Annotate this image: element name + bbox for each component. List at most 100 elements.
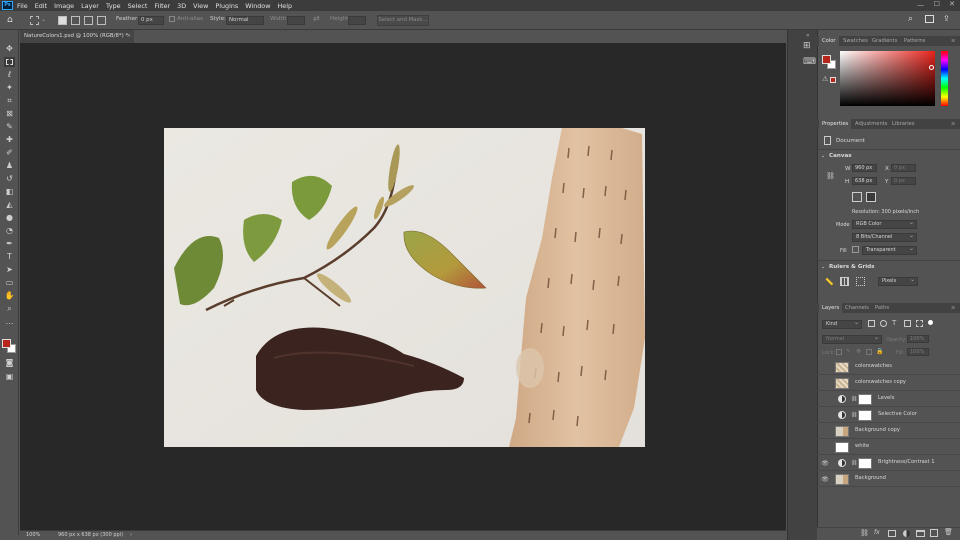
rectangle-tool-icon[interactable]: ▭	[4, 278, 15, 288]
collapse-arrows-icon[interactable]: «	[806, 32, 810, 39]
visibility-toggle[interactable]	[821, 412, 829, 419]
height-input[interactable]	[348, 16, 366, 25]
minimize-icon[interactable]: —	[917, 1, 924, 9]
mask-link-icon[interactable]: ⛓	[851, 396, 857, 402]
subtract-selection-icon[interactable]	[84, 16, 93, 25]
menu-type[interactable]: Type	[106, 2, 121, 10]
screen-mode-icon[interactable]: ▣	[4, 372, 15, 382]
dodge-tool-icon[interactable]: ◔	[4, 226, 15, 236]
mask-link-icon[interactable]: ⛓	[851, 460, 857, 466]
tab-color[interactable]: Color	[819, 36, 839, 46]
pen-tool-icon[interactable]: ✒	[4, 239, 15, 249]
fx-icon[interactable]: fx	[874, 529, 880, 536]
frame-tool-icon[interactable]: ⊠	[4, 109, 15, 119]
layer-row[interactable]: colorswatches	[817, 360, 960, 375]
type-tool-icon[interactable]: T	[4, 252, 15, 262]
tab-gradients[interactable]: Gradients	[872, 36, 897, 46]
visibility-toggle[interactable]	[821, 380, 829, 387]
mask-icon[interactable]	[888, 530, 896, 537]
visibility-toggle[interactable]	[821, 396, 829, 403]
more-tools-icon[interactable]: ⋯	[4, 319, 15, 329]
document-image[interactable]	[164, 128, 645, 447]
blur-tool-icon[interactable]: ●	[4, 213, 15, 223]
layer-name[interactable]: Background	[855, 475, 886, 481]
filter-smart-object-icon[interactable]	[916, 320, 923, 327]
marquee-tool-icon[interactable]	[4, 57, 15, 67]
menu-plugins[interactable]: Plugins	[215, 2, 238, 10]
mode-select[interactable]: RGB Color	[852, 219, 917, 229]
guides-icon[interactable]	[856, 277, 865, 286]
fill-opacity-input[interactable]: 100%	[907, 348, 929, 356]
foreground-color-swatch[interactable]	[2, 339, 11, 348]
lock-position-icon[interactable]: ✥	[856, 348, 861, 355]
menu-select[interactable]: Select	[128, 2, 148, 10]
menu-window[interactable]: Window	[245, 2, 270, 10]
tab-paths[interactable]: Paths	[875, 303, 889, 313]
layer-name[interactable]: Background copy	[855, 427, 900, 433]
zoom-tool-icon[interactable]: ⌕	[4, 304, 15, 314]
history-panel-icon[interactable]: ⊞	[803, 41, 811, 51]
panel-menu-icon[interactable]: ≡	[951, 36, 955, 46]
zoom-level[interactable]: 100%	[26, 531, 40, 540]
layer-mask-thumbnail[interactable]	[858, 458, 872, 469]
magic-wand-tool-icon[interactable]: ✦	[4, 83, 15, 93]
layer-name[interactable]: Levels	[878, 395, 894, 401]
visibility-toggle[interactable]	[821, 444, 829, 451]
lock-artboard-icon[interactable]	[866, 349, 872, 355]
layer-row[interactable]: 👁 Background	[817, 472, 960, 487]
layer-name[interactable]: Brightness/Contrast 1	[878, 459, 935, 465]
canvas-width-input[interactable]: 960 px	[852, 164, 877, 172]
lasso-tool-icon[interactable]: ℓ	[4, 70, 15, 80]
filter-pixel-icon[interactable]	[868, 320, 875, 327]
canvas-x-input[interactable]: 0 px	[891, 164, 916, 172]
search-icon[interactable]: ⌕	[908, 14, 913, 24]
filter-shape-icon[interactable]	[904, 320, 911, 327]
layer-name[interactable]: white	[855, 443, 869, 449]
status-menu-arrow[interactable]: ›	[130, 531, 132, 540]
path-selection-tool-icon[interactable]: ➤	[4, 265, 15, 275]
blend-mode-select[interactable]: Normal	[822, 334, 882, 344]
layer-row[interactable]: Background copy	[817, 424, 960, 439]
menu-3d[interactable]: 3D	[177, 2, 186, 10]
clone-stamp-tool-icon[interactable]: ♟	[4, 161, 15, 171]
eye-icon[interactable]: 👁	[821, 476, 829, 483]
workspace-icon[interactable]	[925, 15, 934, 23]
layer-kind-filter[interactable]: Kind	[822, 319, 862, 329]
tab-patterns[interactable]: Patterns	[904, 36, 925, 46]
menu-help[interactable]: Help	[277, 2, 292, 10]
lock-transparent-icon[interactable]	[836, 349, 842, 355]
ruler-units-select[interactable]: Pixels	[878, 276, 918, 286]
menu-file[interactable]: File	[17, 2, 28, 10]
share-icon[interactable]: ⇪	[943, 14, 950, 23]
filter-type-icon[interactable]: T	[892, 319, 896, 327]
document-tab[interactable]: NatureColors1.psd @ 100% (RGB/8*) * ×	[20, 30, 134, 43]
layers-menu-icon[interactable]: ≡	[951, 303, 955, 313]
gamut-swatch[interactable]	[830, 77, 836, 83]
rulers-collapse-chevron[interactable]: ⌄	[821, 264, 825, 270]
link-dimensions-icon[interactable]: ⛓	[826, 172, 835, 180]
layer-row[interactable]: colorswatches copy	[817, 376, 960, 391]
link-icon[interactable]: ⛓	[860, 529, 869, 537]
new-layer-icon[interactable]	[930, 529, 938, 537]
rect-marquee-icon[interactable]	[30, 16, 39, 25]
mask-link-icon[interactable]: ⛓	[851, 412, 857, 418]
canvas-collapse-chevron[interactable]: ⌄	[821, 153, 825, 159]
tab-swatches[interactable]: Swatches	[843, 36, 868, 46]
menu-layer[interactable]: Layer	[81, 2, 99, 10]
healing-brush-tool-icon[interactable]: ✚	[4, 135, 15, 145]
new-selection-icon[interactable]	[58, 16, 67, 25]
brush-tool-icon[interactable]: ✐	[4, 148, 15, 158]
menu-filter[interactable]: Filter	[154, 2, 170, 10]
properties-menu-icon[interactable]: ≡	[951, 119, 955, 129]
home-icon[interactable]: ⌂	[7, 15, 13, 25]
layer-mask-thumbnail[interactable]	[858, 394, 872, 405]
filter-toggle-icon[interactable]	[928, 320, 933, 325]
hue-slider[interactable]	[941, 51, 948, 106]
history-brush-tool-icon[interactable]: ↺	[4, 174, 15, 184]
fill-select[interactable]: Transparent	[862, 245, 917, 255]
style-select[interactable]: Normal	[226, 16, 264, 25]
bit-depth-select[interactable]: 8 Bits/Channel	[852, 232, 917, 242]
layer-row[interactable]: ⛓ Selective Color	[817, 408, 960, 423]
antialias-checkbox[interactable]	[169, 16, 175, 22]
close-tab-icon[interactable]: ×	[126, 30, 131, 43]
